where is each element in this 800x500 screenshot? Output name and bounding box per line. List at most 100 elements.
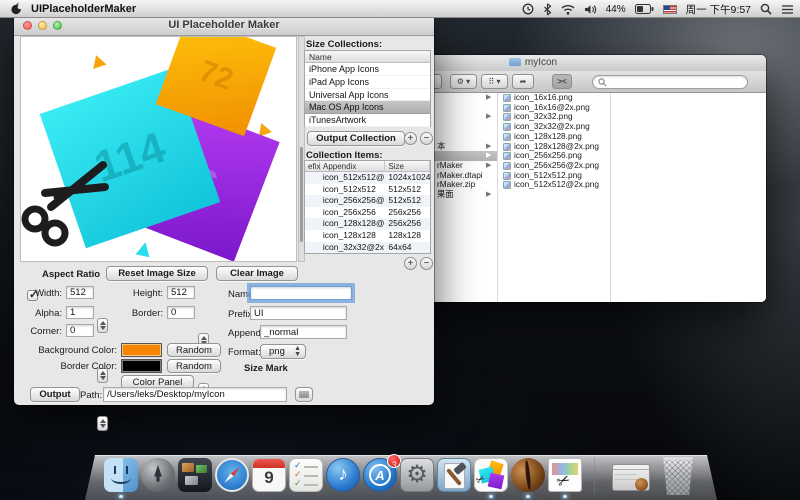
collection-row[interactable]: iPad App Icons [305, 76, 430, 89]
wifi-icon[interactable] [561, 4, 575, 15]
line [304, 484, 318, 486]
menubar-app-name[interactable]: UIPlaceholderMaker [31, 3, 136, 15]
dock-mission-control-icon[interactable] [178, 458, 212, 492]
column-divider [610, 93, 611, 302]
disclosure-icon: ▶ [486, 161, 491, 171]
clear-image-button[interactable]: Clear Image [216, 266, 298, 281]
png-file-icon [503, 181, 511, 189]
background-random-button[interactable]: Random [167, 343, 221, 357]
finder-title: myIcon [525, 57, 557, 68]
dock-launchpad-icon[interactable] [141, 458, 175, 492]
apple-menu-icon[interactable] [10, 2, 23, 15]
badge-count: 3 [391, 460, 396, 470]
rocket-icon [150, 465, 166, 485]
volume-icon[interactable] [584, 4, 597, 15]
browse-folder-button[interactable] [295, 387, 313, 402]
dock-reminders-icon[interactable]: ✓ ✓ ✓ [289, 458, 323, 492]
search-icon [598, 78, 607, 87]
table-row[interactable]: icon_32x32@2x64x64 [305, 242, 430, 254]
notification-center-icon[interactable] [781, 4, 794, 15]
appendix-field[interactable] [260, 325, 347, 339]
alpha-field[interactable] [66, 306, 94, 319]
corner-field[interactable] [66, 324, 94, 337]
remove-collection-button[interactable]: − [420, 132, 433, 145]
dock-system-preferences-icon[interactable]: ⚙ [400, 458, 434, 492]
dock-xcode-icon[interactable] [437, 458, 471, 492]
dock-finder-icon[interactable] [104, 458, 138, 492]
path-field[interactable] [103, 387, 287, 402]
table-row[interactable]: icon_128x128128x128 [305, 230, 430, 242]
width-field[interactable] [66, 286, 94, 299]
border-random-button[interactable]: Random [167, 359, 221, 373]
line [613, 469, 649, 470]
format-value: png [269, 346, 285, 357]
dock-calendar-icon[interactable]: 9 [252, 458, 286, 492]
table-row[interactable]: icon_256x256256x256 [305, 207, 430, 219]
png-file-icon [503, 94, 511, 102]
bluetooth-icon[interactable] [543, 3, 552, 16]
time-machine-icon[interactable] [522, 3, 534, 15]
notification-badge: 3 [387, 454, 401, 468]
height-field[interactable] [167, 286, 195, 299]
border-color-swatch[interactable] [121, 359, 162, 373]
confetti-triangle [136, 241, 153, 258]
input-language-flag-icon[interactable] [663, 5, 677, 14]
menubar-clock[interactable]: 周一 下午9:57 [686, 2, 751, 17]
dock-uiplaceholdermaker-icon[interactable]: ✂ [474, 458, 508, 492]
table-row[interactable]: icon_512x512512x512 [305, 184, 430, 196]
reset-image-size-button[interactable]: Reset Image Size [106, 266, 208, 281]
png-file-icon [503, 133, 511, 141]
dock-app-store-icon[interactable]: A 3 [363, 458, 397, 492]
remove-item-button[interactable]: − [420, 257, 433, 270]
output-collection-button[interactable]: Output Collection [307, 131, 405, 146]
music-note-icon: ♪ [338, 464, 348, 485]
png-file-icon [503, 172, 511, 180]
disclosure-icon: ▶ [486, 142, 491, 152]
output-button[interactable]: Output [30, 387, 80, 402]
corner-stepper[interactable] [97, 416, 108, 431]
width-label: Width: [30, 288, 62, 299]
line [304, 466, 318, 468]
zoom-button[interactable] [53, 21, 62, 30]
table-row[interactable]: icon_128x128@2x256x256 [305, 218, 430, 230]
collection-row-selected[interactable]: Mac OS App Icons [305, 101, 430, 114]
collection-row[interactable]: iPhone App Icons [305, 63, 430, 76]
border-label: Border: [128, 308, 163, 319]
dock-minimized-window[interactable] [612, 464, 650, 491]
add-item-button[interactable]: + [404, 257, 417, 270]
app-window: UI Placeholder Maker 56 114 72 Size C [14, 14, 434, 405]
format-popup[interactable]: png ▲▼ [260, 344, 306, 359]
table-row[interactable]: icon_256x256@2x512x512 [305, 195, 430, 207]
folder-icon [299, 391, 309, 398]
share-button[interactable]: ➦ [512, 74, 534, 89]
spotlight-search-icon[interactable] [760, 3, 772, 15]
add-collection-button[interactable]: + [404, 132, 417, 145]
calendar-day: 9 [253, 468, 285, 488]
border-field[interactable] [167, 306, 195, 319]
arrange-button[interactable]: ⠿ ▾ [481, 74, 508, 89]
menu-bar: UIPlaceholderMaker 44% 周一 下午9:57 [0, 0, 800, 18]
collection-row[interactable]: Universal App Icons [305, 89, 430, 102]
gear-icon: ⚙ [457, 77, 464, 86]
finder-search-field[interactable] [592, 75, 748, 89]
battery-icon[interactable] [635, 4, 654, 14]
collapse-arrows-button[interactable]: >< [552, 74, 572, 89]
file-row[interactable]: icon_512x512@2x.png [498, 180, 610, 190]
dock-safari-icon[interactable] [215, 458, 249, 492]
action-gear-button[interactable]: ⚙ ▾ [450, 74, 477, 89]
border-color-label: Border Color: [24, 361, 117, 372]
prefix-field[interactable] [250, 306, 347, 320]
table-row[interactable]: icon_512x512@2x1024x1024 [305, 172, 430, 184]
image-preview: 56 114 72 [20, 36, 297, 262]
scrollbar-thumb[interactable] [300, 147, 303, 242]
width-stepper[interactable] [97, 318, 108, 333]
preview-number: 72 [195, 54, 238, 97]
dock-image-clipper-icon[interactable]: ✂ [548, 458, 582, 492]
close-button[interactable] [23, 21, 32, 30]
name-field[interactable] [250, 286, 352, 300]
background-color-swatch[interactable] [121, 343, 162, 357]
collection-row[interactable]: iTunesArtwork [305, 114, 430, 127]
confetti-triangle [89, 53, 106, 69]
dock-itunes-icon[interactable]: ♪ [326, 458, 360, 492]
minimize-button[interactable] [38, 21, 47, 30]
